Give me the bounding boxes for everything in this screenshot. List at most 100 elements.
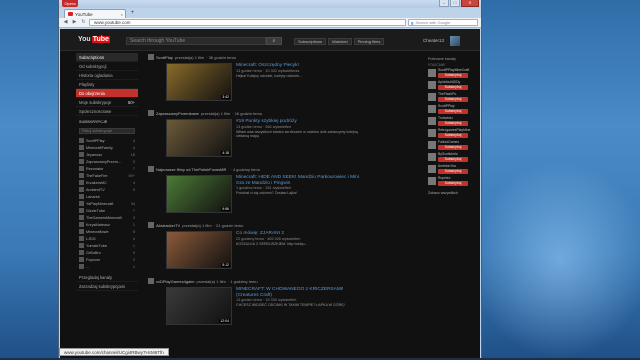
subscription-item[interactable]: KrzakersMC 4: [76, 179, 138, 186]
sidebar-item-social[interactable]: Spolecznosciowe: [76, 107, 138, 116]
subscribe-button[interactable]: Subskrybuj: [438, 109, 468, 114]
new-tab-button[interactable]: +: [129, 10, 136, 17]
subscription-item[interactable]: KrzysMateusz 1: [76, 221, 138, 228]
channel-avatar[interactable]: [428, 153, 436, 161]
user-avatar[interactable]: [450, 36, 460, 46]
see-all-link[interactable]: Zobacz wszystkich: [428, 191, 478, 195]
subscription-item[interactable]: Jeyanosz 18: [76, 151, 138, 158]
subscription-item[interactable]: Rezonator 7: [76, 165, 138, 172]
recommended-channel-name[interactable]: ScottPPlayMineCraft: [438, 68, 469, 72]
channel-avatar[interactable]: [428, 141, 436, 149]
subscription-filter-input[interactable]: Filtruj subskrypcje: [79, 128, 135, 134]
recommended-channel-name[interactable]: Rupelec: [438, 176, 468, 180]
subscription-item[interactable]: MinecraftFamily 4: [76, 144, 138, 151]
feed-channel[interactable]: AbstrackerTV: [156, 223, 180, 228]
feed-time: · 1 godzinę temu: [227, 278, 258, 284]
video-title[interactable]: Minecraft: HIDE AND SEEK! Mandzio Parkou…: [236, 175, 360, 186]
recommended-channel-name[interactable]: Trolsotsiu: [438, 116, 468, 120]
sidebar-item-from-subs[interactable]: Od subskrypcji: [76, 62, 138, 71]
subscription-item[interactable]: Lanarek: [76, 193, 138, 200]
channel-avatar[interactable]: [428, 129, 436, 137]
username[interactable]: Cheater13: [423, 38, 444, 43]
address-bar[interactable]: www.youtube.com: [89, 19, 406, 26]
recommended-channel-name[interactable]: AmbitonYou: [438, 164, 468, 168]
video-thumbnail[interactable]: 3:42: [166, 63, 232, 101]
subscribe-button[interactable]: Subskrybuj: [438, 181, 468, 186]
minimize-button[interactable]: –: [439, 0, 449, 7]
manage-subscriptions-link[interactable]: Zarzadzaj subskrypcjami: [76, 282, 138, 291]
sidebar-label: Playlisty: [79, 82, 95, 87]
recommended-channel-name[interactable]: ApidobuNiDDy: [438, 80, 468, 84]
sidebar-item-my-subscriptions[interactable]: Moje subskrypcje 50+: [76, 98, 138, 107]
subscribe-button[interactable]: Subskrybuj: [438, 157, 468, 162]
subscribe-button[interactable]: Subskrybuj: [438, 73, 468, 78]
feed-channel[interactable]: xxDPlayGames4gaim: [156, 279, 194, 284]
recommended-channel-name[interactable]: ScottPPlay: [438, 104, 468, 108]
subscription-item[interactable]: LJDG 4: [76, 235, 138, 242]
subscription-item[interactable]: ... 1: [76, 263, 138, 270]
youtube-search-button[interactable]: ⌕: [266, 37, 282, 45]
sidebar-item-playlists[interactable]: Playlisty: [76, 80, 138, 89]
channel-avatar[interactable]: [428, 165, 436, 173]
channel-avatar[interactable]: [428, 177, 436, 185]
header-tab-pinning[interactable]: Pinning films: [353, 38, 385, 45]
channel-avatar: [79, 152, 84, 157]
browse-channels-link[interactable]: Przegladaj kanaly: [76, 273, 138, 282]
recommended-channel-name[interactable]: ByScottchelo: [438, 152, 468, 156]
feed-channel[interactable]: ScottPlay: [156, 55, 173, 60]
feed-channel[interactable]: Najnowsze filmy od ThePolishFoxesMR: [156, 167, 226, 172]
channel-avatar[interactable]: [148, 54, 154, 60]
opera-menu-button[interactable]: Opera: [62, 0, 78, 7]
subscription-item[interactable]: YaPlayMinecraft 34: [76, 200, 138, 207]
subscribe-button[interactable]: Subskrybuj: [438, 121, 468, 126]
subscribe-button[interactable]: Subskrybuj: [438, 145, 468, 150]
sidebar-item-subscriptions[interactable]: Subscriptions: [76, 53, 138, 62]
channel-avatar[interactable]: [428, 117, 436, 125]
sidebar-item-history[interactable]: Historia ogladania: [76, 71, 138, 80]
channel-avatar[interactable]: [148, 278, 154, 284]
header-tab-subscriptions[interactable]: Subscriptions: [294, 38, 327, 45]
channel-avatar[interactable]: [428, 69, 436, 77]
subscribe-button[interactable]: Subskrybuj: [438, 85, 468, 90]
forward-arrow-icon[interactable]: ▶: [71, 19, 78, 26]
browser-search-field[interactable]: g Search with Google: [408, 19, 478, 26]
subscribe-button[interactable]: Subskrybuj: [438, 169, 468, 174]
subscription-item[interactable]: ScottPPlay 4: [76, 137, 138, 144]
subscribe-button[interactable]: Subskrybuj: [438, 97, 468, 102]
channel-avatar[interactable]: [148, 222, 154, 228]
video-thumbnail[interactable]: 4:18: [166, 119, 232, 157]
recommended-channel-name[interactable]: FalloutGames: [438, 140, 468, 144]
video-thumbnail[interactable]: 12:04: [166, 287, 232, 325]
subscription-item[interactable]: GrBoBro 9: [76, 249, 138, 256]
tab-youtube[interactable]: YouTube ×: [64, 9, 126, 18]
header-tab-watched[interactable]: Watched: [328, 38, 352, 45]
subscription-item[interactable]: GizzieTube 7: [76, 207, 138, 214]
feed-channel[interactable]: ZapraszamyPrzemkowe: [156, 111, 199, 116]
channel-avatar[interactable]: [428, 93, 436, 101]
sidebar-item-watch-later[interactable]: Do obejrzenia: [76, 89, 138, 98]
subscribe-button[interactable]: Subskrybuj: [438, 133, 468, 138]
channel-avatar[interactable]: [428, 105, 436, 113]
tab-close-icon[interactable]: ×: [121, 12, 123, 17]
video-thumbnail[interactable]: 5:12: [166, 231, 232, 269]
channel-avatar[interactable]: [428, 81, 436, 89]
channel-avatar[interactable]: [148, 110, 154, 116]
subscription-item[interactable]: Minecraftowe 8: [76, 228, 138, 235]
subscription-item[interactable]: TheFakeFire 50+: [76, 172, 138, 179]
close-window-button[interactable]: ✕: [461, 0, 479, 7]
youtube-search-input[interactable]: Search through YouTube: [126, 37, 266, 45]
channel-avatar[interactable]: [148, 166, 154, 172]
subscription-item[interactable]: YumsieTube 1: [76, 242, 138, 249]
recommended-channel-name[interactable]: RetrogamesPlayMine: [438, 128, 470, 132]
reload-icon[interactable]: ↻: [80, 19, 87, 26]
back-arrow-icon[interactable]: ◀: [62, 19, 69, 26]
subscription-item[interactable]: ZapraszamyPrzem... 3: [76, 158, 138, 165]
video-title[interactable]: MINECRAFT: W CHOWANEGO z KRICZERSAMI! (C…: [236, 287, 360, 298]
subscription-item[interactable]: TheGamersMinecraft 3: [76, 214, 138, 221]
maximize-button[interactable]: □: [450, 0, 460, 7]
subscription-item[interactable]: Popcorn 2: [76, 256, 138, 263]
subscription-item[interactable]: AmbientTV 9: [76, 186, 138, 193]
recommended-channel-name[interactable]: TheFlashPo: [438, 92, 468, 96]
youtube-logo[interactable]: You Tube: [78, 36, 110, 43]
video-thumbnail[interactable]: 9:56: [166, 175, 232, 213]
